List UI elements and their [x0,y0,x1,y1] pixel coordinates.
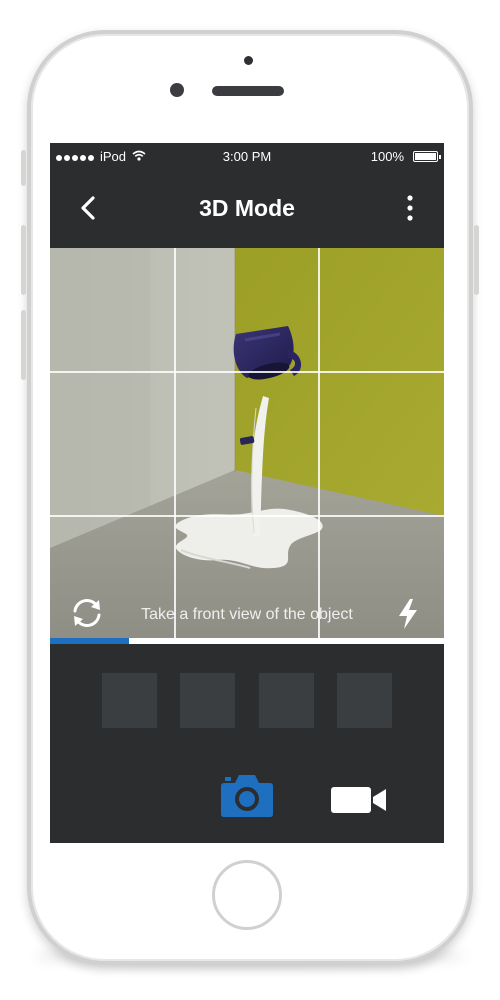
camera-icon [221,775,273,817]
grid-line-horizontal-2 [50,515,444,517]
capture-progress-fill [50,638,129,644]
battery-percent: 100% [370,149,404,164]
power-button [474,225,479,295]
home-button[interactable] [212,860,282,930]
mute-switch [21,150,26,186]
thumbnail-strip [50,673,444,729]
volume-up-button [21,225,26,295]
flash-button[interactable] [397,598,419,630]
capture-hint: Take a front view of the object [141,606,353,623]
page-title: 3D Mode [199,195,295,221]
grid-line-vertical-1 [174,248,176,638]
volume-down-button [21,310,26,380]
flash-icon [399,599,417,629]
thumbnail-slot[interactable] [102,673,157,728]
video-icon [331,787,386,813]
battery-icon [413,151,441,162]
more-options-button[interactable] [400,193,420,223]
thumbnail-slot[interactable] [259,673,314,728]
nav-bar: 3D Mode [50,171,444,248]
grid-line-vertical-2 [318,248,320,638]
more-vertical-icon [407,195,413,221]
thumbnail-slot[interactable] [180,673,235,728]
status-bar: iPod 3:00 PM 100% [50,143,444,171]
camera-preview-image [50,248,444,638]
grid-line-horizontal-1 [50,371,444,373]
earpiece-speaker [212,86,284,96]
photo-mode-button[interactable] [220,771,274,819]
front-camera [170,83,184,97]
video-mode-button[interactable] [330,785,388,815]
app-screen: iPod 3:00 PM 100% 3D Mode Take a front v… [50,143,444,843]
thumbnail-slot[interactable] [337,673,392,728]
capture-progress-bar [50,638,444,644]
proximity-sensor [244,56,253,65]
camera-viewfinder[interactable]: Take a front view of the object [50,248,444,638]
